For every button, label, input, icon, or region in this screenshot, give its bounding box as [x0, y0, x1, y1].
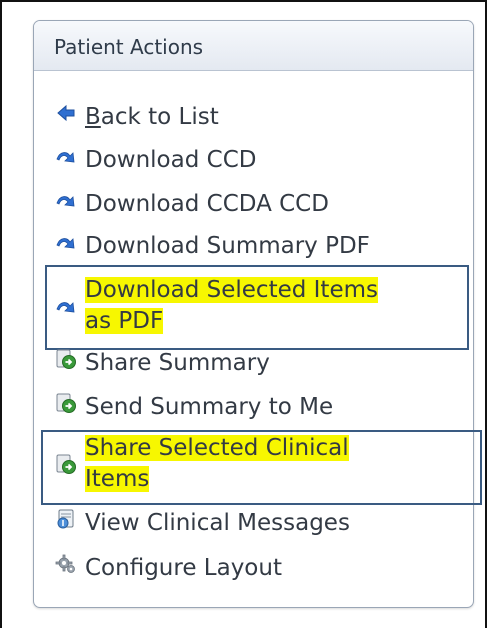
configure-layout-link[interactable]: Configure Layout — [55, 553, 282, 583]
back-to-list-link[interactable]: Back to List — [55, 102, 219, 132]
share-selected-clinical-items-label: Share Selected Clinical Items — [85, 435, 349, 492]
download-selected-items-pdf-label: Download Selected Items as PDF — [85, 277, 378, 334]
download-ccd-link[interactable]: Download CCD — [55, 145, 256, 175]
share-doc-icon — [55, 348, 77, 370]
arrow-left-icon — [55, 102, 77, 124]
download-arrow-icon — [55, 145, 77, 167]
view-clinical-messages-link[interactable]: View Clinical Messages — [55, 508, 350, 538]
download-arrow-icon — [55, 295, 77, 317]
download-arrow-icon — [55, 189, 77, 211]
download-selected-items-pdf-link[interactable]: Download Selected Items as PDF — [55, 275, 378, 337]
share-summary-link[interactable]: Share Summary — [55, 348, 270, 378]
messages-icon — [55, 508, 77, 530]
share-selected-clinical-items-link[interactable]: Share Selected Clinical Items — [55, 433, 349, 495]
back-to-list-label: Back to List — [85, 104, 219, 130]
share-doc-icon — [55, 453, 77, 475]
download-summary-pdf-link[interactable]: Download Summary PDF — [55, 231, 370, 261]
panel-title: Patient Actions — [34, 21, 473, 71]
share-doc-icon — [55, 392, 77, 414]
gear-icon — [55, 553, 77, 575]
send-summary-to-me-link[interactable]: Send Summary to Me — [55, 392, 333, 422]
download-arrow-icon — [55, 231, 77, 253]
download-ccda-ccd-link[interactable]: Download CCDA CCD — [55, 189, 329, 219]
